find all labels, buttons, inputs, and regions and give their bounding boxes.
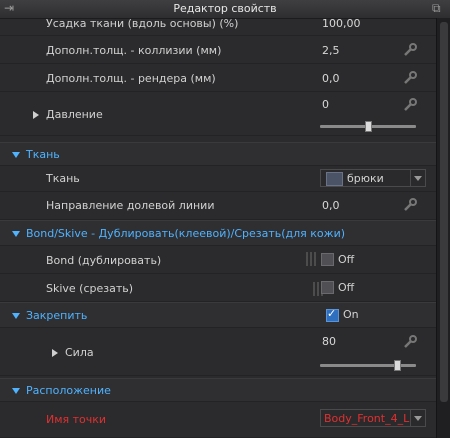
fabric-swatch <box>326 172 343 186</box>
collision-thickness-label: Дополн.толщ. - коллизии (мм) <box>46 44 222 57</box>
shrinkage-value[interactable]: 100,00 <box>322 18 361 30</box>
bond-value: Off <box>338 253 355 266</box>
collapse-arrow-icon[interactable] <box>12 313 20 319</box>
fabric-dropdown[interactable]: брюки <box>320 169 426 187</box>
fabric-dropdown-value: брюки <box>347 172 384 185</box>
section-placement[interactable]: Расположение <box>0 378 436 402</box>
slider-handle[interactable] <box>393 360 401 371</box>
pin-checkbox[interactable] <box>326 307 339 322</box>
row-skive: Skive (срезать) Off <box>0 274 436 302</box>
strength-value[interactable]: 80 <box>322 335 336 348</box>
expand-arrow-icon[interactable] <box>33 111 39 119</box>
collapse-arrow-icon[interactable] <box>12 388 20 394</box>
strength-slider[interactable] <box>320 360 416 371</box>
section-fabric[interactable]: Ткань <box>0 142 436 166</box>
row-pressure: Давление 0 <box>0 92 436 136</box>
point-name-dropdown[interactable]: Body_Front_4_L <box>320 409 426 427</box>
row-fabric: Ткань брюки <box>0 166 436 192</box>
point-name-value: Body_Front_4_L <box>324 412 410 425</box>
point-name-label: Имя точки <box>46 413 107 426</box>
shrinkage-label: Усадка ткани (вдоль основы) (%) <box>46 18 239 30</box>
strength-label: Сила <box>65 346 94 359</box>
window-title: Редактор свойств <box>173 2 277 15</box>
section-fabric-label: Ткань <box>26 148 60 161</box>
wrench-icon[interactable] <box>403 198 417 212</box>
grain-direction-value[interactable]: 0,0 <box>322 199 340 212</box>
collapse-arrow-icon[interactable] <box>12 231 20 237</box>
expand-arrow-icon[interactable] <box>52 349 58 357</box>
row-collision-thickness: Дополн.толщ. - коллизии (мм) 2,5 <box>0 36 436 64</box>
artifact-glyph <box>306 252 318 266</box>
dropdown-caret-icon[interactable] <box>410 170 425 186</box>
section-placement-label: Расположение <box>26 384 111 397</box>
collision-thickness-value[interactable]: 2,5 <box>322 44 340 57</box>
bond-checkbox[interactable] <box>321 253 334 266</box>
section-pin[interactable]: Закрепить On <box>0 302 436 328</box>
property-panel: Усадка ткани (вдоль основы) (%) 100,00 Д… <box>0 18 436 438</box>
wrench-icon[interactable] <box>403 335 417 349</box>
dropdown-caret-icon[interactable] <box>410 410 425 426</box>
section-bond-skive[interactable]: Bond/Skive - Дублировать(клеевой)/Срезат… <box>0 220 436 246</box>
row-shrinkage: Усадка ткани (вдоль основы) (%) 100,00 <box>0 18 436 36</box>
skive-value: Off <box>338 281 355 294</box>
wrench-icon[interactable] <box>403 98 417 112</box>
pressure-value[interactable]: 0 <box>322 98 329 111</box>
vertical-scrollbar[interactable] <box>436 18 450 438</box>
row-render-thickness: Дополн.толщ. - рендера (мм) 0,0 <box>0 64 436 92</box>
render-thickness-value[interactable]: 0,0 <box>322 72 340 85</box>
row-grain-direction: Направление долевой линии 0,0 <box>0 192 436 220</box>
skive-checkbox[interactable] <box>321 281 334 294</box>
skive-label: Skive (срезать) <box>46 282 134 295</box>
wrench-icon[interactable] <box>403 71 417 85</box>
bond-label: Bond (дублировать) <box>46 254 162 267</box>
pin-label: Закрепить <box>26 309 88 322</box>
row-bond: Bond (дублировать) Off <box>0 246 436 274</box>
section-bond-skive-label: Bond/Skive - Дублировать(клеевой)/Срезат… <box>26 227 346 240</box>
wrench-icon[interactable] <box>403 43 417 57</box>
scrollbar-thumb[interactable] <box>440 22 448 402</box>
grain-direction-label: Направление долевой линии <box>46 199 215 212</box>
pressure-slider[interactable] <box>320 121 416 132</box>
pressure-label: Давление <box>46 108 103 121</box>
slider-handle[interactable] <box>365 121 372 132</box>
pin-value: On <box>343 308 359 321</box>
float-window-icon[interactable]: ⧉ <box>432 1 441 16</box>
title-bar: ⇥ Редактор свойств ⧉ <box>0 0 450 19</box>
row-strength: Сила 80 <box>0 328 436 376</box>
fabric-label: Ткань <box>46 172 80 185</box>
collapse-arrow-icon[interactable] <box>12 152 20 158</box>
row-point-name: Имя точки Body_Front_4_L <box>0 404 436 438</box>
render-thickness-label: Дополн.толщ. - рендера (мм) <box>46 72 216 85</box>
